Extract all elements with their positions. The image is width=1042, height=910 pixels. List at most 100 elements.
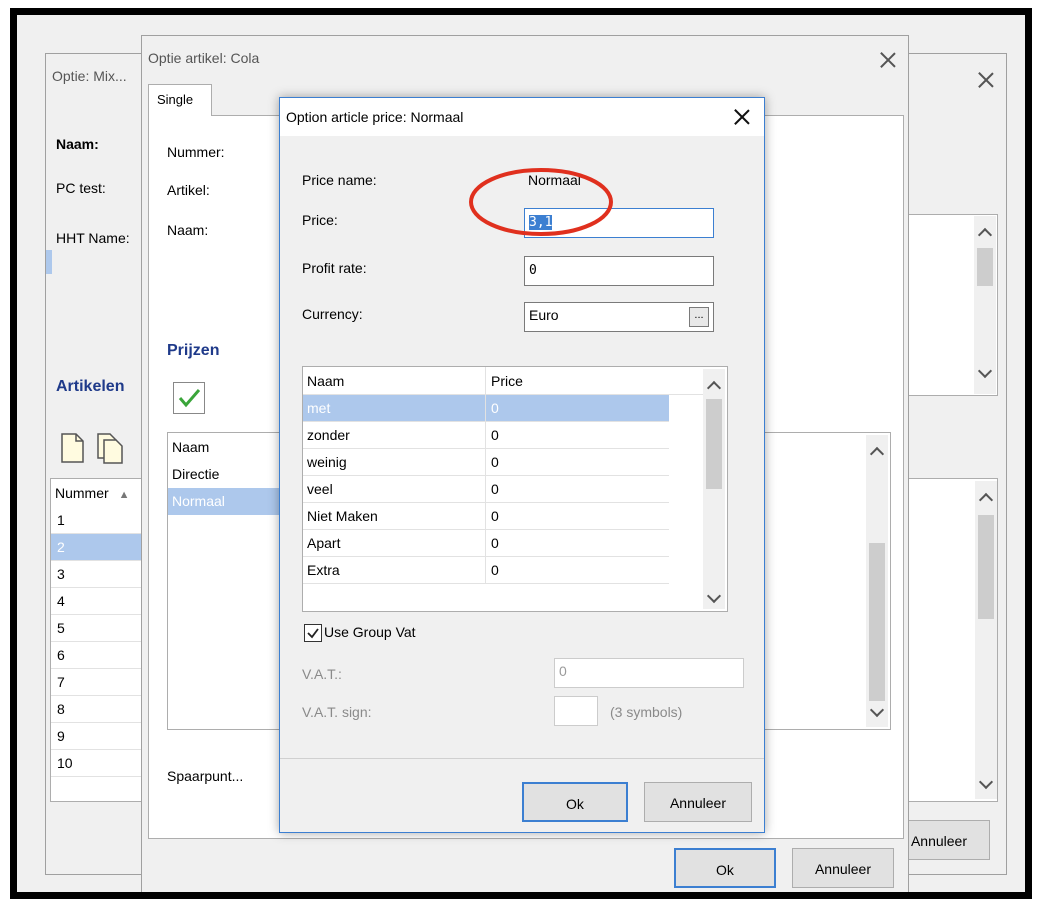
cell-price: 0 (491, 562, 499, 578)
currency-input[interactable]: Euro ... (524, 302, 714, 332)
option-mix-close-icon[interactable] (976, 70, 996, 90)
scroll-thumb[interactable] (977, 248, 993, 286)
pc-test-label: PC test: (56, 180, 106, 196)
cell-name: Extra (307, 562, 340, 578)
screenshot-frame: Optie: Mix... Naam: PC test: HHT Name: A… (10, 8, 1032, 899)
grid-price-header[interactable]: Price (491, 373, 523, 389)
naam-label: Naam: (167, 222, 209, 238)
green-check-icon[interactable] (173, 382, 205, 414)
grid-column-divider (485, 367, 486, 395)
price-label: Price: (302, 212, 338, 228)
scroll-down-icon[interactable] (977, 363, 993, 379)
vat-text: 0 (559, 663, 567, 679)
row-number: 3 (57, 566, 65, 582)
scroll-up-icon[interactable] (869, 446, 885, 462)
scroll-thumb[interactable] (978, 515, 994, 619)
table-row[interactable]: 3 (51, 561, 151, 588)
table-row[interactable]: 1 (51, 507, 151, 534)
nummer-header-text: Nummer (55, 485, 109, 501)
currency-browse-button[interactable]: ... (689, 307, 709, 327)
table-row[interactable]: Extra 0 (303, 557, 669, 584)
cell-divider (485, 476, 486, 503)
table-row[interactable]: Niet Maken 0 (303, 503, 669, 530)
table-row[interactable]: Apart 0 (303, 530, 669, 557)
copy-document-icon[interactable] (94, 432, 128, 464)
vat-sign-input[interactable] (554, 696, 598, 726)
list-item[interactable]: Directie (168, 461, 288, 488)
mid-cancel-button[interactable]: Annuleer (792, 848, 894, 888)
naam-label: Naam: (56, 136, 99, 152)
option-article-title: Optie artikel: Cola (148, 50, 260, 66)
tab-single[interactable]: Single (148, 84, 212, 116)
cell-divider (485, 449, 486, 476)
scroll-down-icon[interactable] (869, 702, 885, 718)
option-article-close-icon[interactable] (878, 50, 898, 70)
list-item[interactable]: Normaal (168, 488, 288, 515)
cell-divider (485, 395, 486, 422)
prices-list-scrollbar[interactable] (866, 435, 888, 727)
new-document-icon[interactable] (56, 432, 88, 464)
cell-name: Niet Maken (307, 508, 378, 524)
scroll-down-icon[interactable] (978, 774, 994, 790)
scroll-thumb[interactable] (706, 399, 722, 489)
scroll-up-icon[interactable] (706, 380, 722, 396)
dialog-cancel-button[interactable]: Annuleer (644, 782, 752, 822)
row-number: 7 (57, 674, 65, 690)
table-row[interactable]: weinig 0 (303, 449, 669, 476)
use-group-vat-checkbox[interactable] (304, 624, 322, 642)
currency-label: Currency: (302, 306, 363, 322)
grid-header-row: Naam Price (303, 367, 705, 395)
sort-asc-icon: ▲ (118, 489, 130, 501)
table-row[interactable]: 10 (51, 750, 151, 777)
table-row[interactable]: 9 (51, 723, 151, 750)
cell-price: 0 (491, 508, 499, 524)
table-row[interactable]: zonder 0 (303, 422, 669, 449)
table-row[interactable]: 8 (51, 696, 151, 723)
prijzen-heading: Prijzen (167, 342, 220, 359)
scroll-up-icon[interactable] (978, 492, 994, 508)
cell-price: 0 (491, 481, 499, 497)
cell-divider (485, 530, 486, 557)
price-list-name: Directie (172, 466, 220, 482)
scroll-up-icon[interactable] (977, 227, 993, 243)
mid-ok-button[interactable]: Ok (674, 848, 776, 888)
articles-grid-scrollbar[interactable] (975, 481, 997, 799)
cell-name: Apart (307, 535, 341, 551)
table-row[interactable]: 2 (51, 534, 151, 561)
table-row[interactable]: 7 (51, 669, 151, 696)
table-row[interactable]: met 0 (303, 395, 669, 422)
row-number: 2 (57, 539, 65, 555)
scroll-down-icon[interactable] (706, 588, 722, 604)
table-row[interactable]: veel 0 (303, 476, 669, 503)
table-row[interactable]: 5 (51, 615, 151, 642)
row-number: 10 (57, 755, 73, 771)
artikelen-heading: Artikelen (56, 378, 125, 395)
profit-rate-label: Profit rate: (302, 260, 367, 276)
option-price-scrollbar[interactable] (703, 369, 725, 609)
nummer-column-header[interactable]: Nummer ▲ (55, 485, 129, 501)
cell-name: veel (307, 481, 333, 497)
option-price-grid[interactable]: Naam Price met 0 zonder 0 weinig 0 veel 0 Niet M… (302, 366, 728, 612)
profit-rate-input[interactable]: 0 (524, 256, 714, 286)
table-row[interactable]: 4 (51, 588, 151, 615)
currency-text: Euro (529, 307, 559, 323)
prices-naam-header: Naam (172, 439, 210, 455)
use-group-vat-label[interactable]: Use Group Vat (324, 624, 416, 640)
dialog-close-icon[interactable] (732, 107, 752, 127)
tab-single-label: Single (157, 92, 194, 107)
annotation-circle (469, 168, 613, 236)
grid-naam-header[interactable]: Naam (307, 373, 344, 389)
option-mix-title: Optie: Mix... (52, 68, 127, 84)
scroll-thumb[interactable] (869, 543, 885, 701)
row-number: 4 (57, 593, 65, 609)
cell-name: weinig (307, 454, 347, 470)
spaarpunt-link[interactable]: Spaarpunt... (167, 768, 243, 784)
hht-name-scrollbar[interactable] (974, 216, 996, 394)
table-row[interactable]: 6 (51, 642, 151, 669)
vat-input[interactable]: 0 (554, 658, 744, 688)
cell-name: met (307, 400, 331, 416)
dialog-ok-button[interactable]: Ok (522, 782, 628, 822)
dialog-titlebar: Option article price: Normaal (280, 98, 764, 136)
row-number: 1 (57, 512, 65, 528)
cell-name: zonder (307, 427, 350, 443)
